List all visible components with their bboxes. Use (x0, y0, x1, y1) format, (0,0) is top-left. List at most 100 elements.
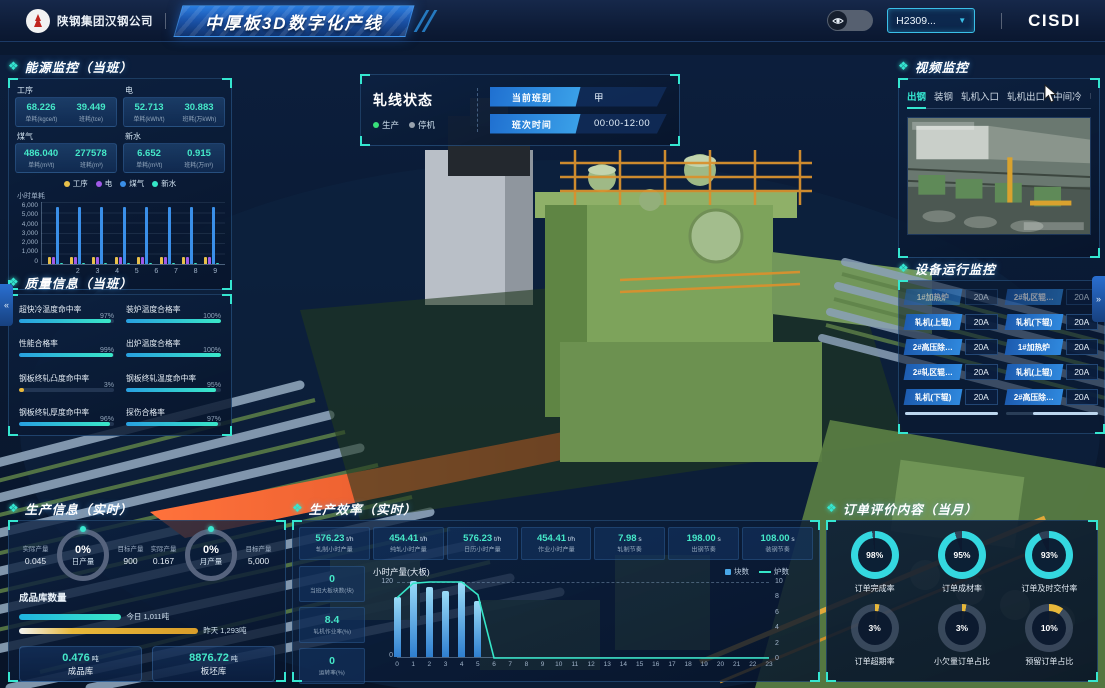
tab-电加热[interactable]: 电加热 (1090, 89, 1091, 109)
donut-ring: 3% (938, 604, 986, 652)
efficiency-stat-card: 198.00 s出钢节奏 (668, 527, 739, 560)
x-tick: 12 (587, 661, 594, 668)
x-tick: 9 (541, 661, 545, 668)
device-value: 20A (965, 389, 998, 405)
donut-value: 93% (1032, 538, 1066, 572)
device-label-badge: 1#加热炉 (1004, 339, 1063, 355)
x-tick: 6 (492, 661, 496, 668)
efficiency-stat-card: 576.23 t/h轧制小时产量 (299, 527, 370, 560)
legend-label: 工序 (73, 178, 88, 189)
panel-order-evaluation: ❖ 订单评价内容（当月） 98%订单完成率95%订单成材率93%订单及时交付率3… (826, 498, 1098, 682)
tab-轧机出口[interactable]: 轧机出口 (1007, 89, 1045, 109)
order-kpi: 3%订单超期率 (851, 604, 899, 671)
ring-gauge: 0%月产量 (185, 529, 237, 581)
donut-ring: 10% (1025, 604, 1073, 652)
y-tick: 4,000 (15, 222, 41, 229)
chevron-down-icon: ▼ (958, 16, 966, 25)
bar (186, 257, 189, 264)
device-scrollbar[interactable] (905, 412, 998, 415)
bar (160, 257, 163, 264)
stat-label: 轧制节奏 (618, 545, 642, 554)
device-label: 2#轧区辊… (1014, 292, 1054, 303)
bar (164, 257, 167, 264)
energy-card: 煤气486.040单耗(m³/t)277578班耗(m³) (15, 130, 117, 173)
bar (182, 257, 185, 264)
donut-ring: 3% (851, 604, 899, 652)
tab-出钢[interactable]: 出钢 (907, 89, 926, 109)
bar (56, 207, 59, 264)
y-tick-right: 2 (775, 640, 783, 647)
bar (92, 257, 95, 264)
quality-percent: 96% (100, 416, 114, 423)
stat-value: 0 (329, 573, 335, 585)
device-label-badge: 轧机(下辊) (904, 389, 963, 405)
bar (60, 263, 63, 264)
bar (137, 257, 140, 264)
view-selector-dropdown[interactable]: H2309... ▼ (887, 8, 975, 33)
collapse-right-handle[interactable]: » (1092, 276, 1105, 322)
stat-label: 纯轧小时产量 (390, 545, 427, 554)
energy-card-values: 6.652单耗(m³/t)0.915班耗(万m³) (123, 143, 225, 173)
device-label: 轧机(下辊) (1015, 317, 1051, 328)
device-row: 轧机(上辊)20A (905, 314, 998, 330)
donut-ring: 93% (1025, 531, 1073, 579)
status-legend-item: 停机 (409, 119, 435, 131)
bar (204, 257, 207, 264)
company-name: 陕钢集团汉钢公司 (57, 13, 153, 29)
device-label-badge: 轧机(下辊) (1004, 314, 1063, 330)
stat-value: 7.98 s (618, 533, 642, 544)
gauge-target-value: 900 (114, 556, 147, 566)
y-tick-right: 6 (775, 609, 783, 616)
energy-value: 6.652单耗(m³/t) (124, 144, 174, 172)
legend-bar-mark (725, 569, 731, 575)
energy-card-name: 工序 (17, 85, 117, 96)
company-logo: 陕钢集团汉钢公司 (26, 9, 153, 33)
visibility-toggle[interactable] (827, 10, 873, 31)
donut-ring: 95% (938, 531, 986, 579)
tab-轧机入口[interactable]: 轧机入口 (961, 89, 999, 109)
line-status-title: 轧线状态 (373, 90, 465, 110)
bar-group (48, 202, 63, 264)
bar (208, 257, 211, 264)
bar-group (182, 202, 197, 264)
legend-dot (152, 181, 158, 187)
tab-装钢[interactable]: 装钢 (934, 89, 953, 109)
collapse-left-handle[interactable]: « (0, 284, 13, 326)
production-gauge: 实际产量0.0450%日产量目标产量900 (19, 529, 147, 581)
efficiency-stat-card: 108.00 s装钢节奏 (742, 527, 813, 560)
device-value: 20A (965, 314, 998, 330)
camera-feed[interactable] (907, 117, 1091, 235)
bar (194, 263, 197, 264)
device-label: 轧机(下辊) (915, 392, 951, 403)
device-label-badge: 轧机(上辊) (1004, 364, 1063, 380)
cisdi-logo: CISDI (1028, 11, 1081, 31)
x-tick: 3 (444, 661, 448, 668)
status-row: 当前班别甲 (490, 87, 667, 107)
stock-bar-label: 今日 1,011吨 (126, 611, 169, 622)
ring-name: 日产量 (72, 556, 95, 567)
order-kpi: 10%预留订单占比 (1025, 604, 1073, 671)
bar (104, 263, 107, 264)
badge-text: 班次时间 (512, 117, 552, 130)
legend-item: 煤气 (120, 178, 144, 189)
bar-group (70, 202, 85, 264)
device-label-badge: 2#轧区辊… (904, 364, 963, 380)
quality-item: 装炉温度合格率100% (126, 304, 221, 323)
production-gauge: 实际产量0.1670%月产量目标产量5,000 (147, 529, 275, 581)
tab-中间冷[interactable]: 中间冷 (1053, 89, 1082, 109)
metric-unit: 单耗(m³/t) (28, 159, 54, 168)
x-tick: 23 (765, 661, 772, 668)
divider (165, 13, 166, 29)
metric-value: 52.713 (134, 102, 163, 113)
stock-bar (19, 614, 121, 620)
efficiency-stat-card: 454.41 t/h纯轧小时产量 (373, 527, 444, 560)
efficiency-side-stat: 0运转率(%) (299, 648, 365, 684)
stock-bar-row: 昨天 1,293吨 (19, 624, 275, 638)
device-label-badge: 轧机(上辊) (904, 314, 963, 330)
device-value: 20A (965, 289, 998, 305)
device-scrollbar[interactable] (1006, 412, 1099, 415)
progress-track (19, 388, 114, 392)
metric-unit: 单耗(kWh/t) (133, 113, 164, 122)
stat-label: 轧制小时产量 (316, 545, 353, 554)
x-tick: 0 (395, 661, 399, 668)
